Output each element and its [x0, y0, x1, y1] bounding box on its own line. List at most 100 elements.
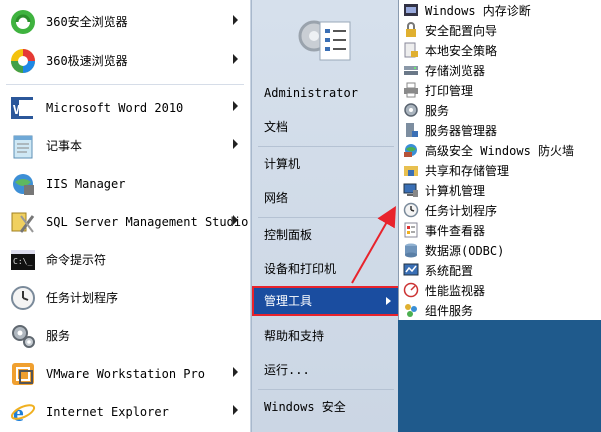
program-label: 任务计划程序 [46, 291, 119, 305]
svg-text:e: e [13, 401, 24, 426]
program-item-notepad[interactable]: 记事本 [0, 127, 250, 164]
iis-icon [8, 169, 38, 199]
program-label: VMware Workstation Pro [46, 366, 205, 381]
program-label: 服务 [46, 329, 71, 343]
submenu-label: 计算机管理 [425, 183, 486, 198]
chevron-right-icon [233, 101, 238, 111]
program-item-word[interactable]: W Microsoft Word 2010 [0, 89, 250, 126]
program-item-cmd[interactable]: C:\_ 命令提示符 [0, 241, 250, 278]
memory-icon [403, 2, 419, 18]
chevron-right-icon [233, 405, 238, 415]
notepad-icon [8, 131, 38, 161]
computer-link[interactable]: 计算机 [260, 150, 398, 178]
360-chrome-icon [8, 46, 38, 76]
svg-text:W: W [13, 102, 26, 117]
submenu-item-memory-diagnostic[interactable]: Windows 内存诊断 [399, 0, 601, 20]
submenu-item-server-manager[interactable]: 服务器管理器 [399, 120, 601, 140]
submenu-label: 性能监视器 [425, 283, 486, 298]
vmware-icon [8, 359, 38, 389]
submenu-label: 存储浏览器 [425, 63, 486, 78]
storage-icon [403, 62, 419, 78]
submenu-item-share-storage[interactable]: 共享和存储管理 [399, 160, 601, 180]
program-item-services[interactable]: 服务 [0, 317, 250, 354]
printer-icon [403, 82, 419, 98]
devices-printers-link[interactable]: 设备和打印机 [260, 255, 398, 283]
perf-icon [403, 282, 419, 298]
submenu-item-computer-management[interactable]: 计算机管理 [399, 180, 601, 200]
gears-icon [8, 321, 38, 351]
help-support-link[interactable]: 帮助和支持 [260, 322, 398, 350]
submenu-item-odbc[interactable]: 数据源(ODBC) [399, 240, 601, 260]
network-link[interactable]: 网络 [260, 184, 398, 212]
start-menu-right-column: Administrator 文档 计算机 网络 控制面板 设备和打印机 管理工具… [251, 0, 402, 432]
submenu-item-firewall[interactable]: 高级安全 Windows 防火墙 [399, 140, 601, 160]
submenu-label: 安全配置向导 [425, 23, 498, 38]
submenu-item-security-wizard[interactable]: 安全配置向导 [399, 20, 601, 40]
ie-icon: e [8, 397, 38, 427]
programs-panel: 360安全浏览器 360极速浏览器 W Microsoft Word 2010 … [0, 0, 251, 432]
svg-text:C:\_: C:\_ [13, 257, 32, 266]
chevron-right-icon [233, 15, 238, 25]
submenu-item-event-viewer[interactable]: 事件查看器 [399, 220, 601, 240]
submenu-item-print-management[interactable]: 打印管理 [399, 80, 601, 100]
windows-security-link[interactable]: Windows 安全 [260, 393, 398, 421]
submenu-label: 共享和存储管理 [425, 163, 510, 178]
documents-link[interactable]: 文档 [260, 113, 398, 141]
submenu-item-system-config[interactable]: 系统配置 [399, 260, 601, 280]
program-label: IIS Manager [46, 176, 126, 191]
submenu-label: 本地安全策略 [425, 43, 498, 58]
admin-tools-label: 管理工具 [264, 294, 313, 308]
program-item-sql-server[interactable]: SQL Server Management Studio [0, 203, 250, 240]
submenu-label: 事件查看器 [425, 223, 486, 238]
chevron-right-icon [233, 139, 238, 149]
submenu-item-component-services[interactable]: 组件服务 [399, 300, 601, 320]
program-item-task-scheduler[interactable]: 任务计划程序 [0, 279, 250, 316]
desktop-background [398, 320, 601, 432]
cmd-icon: C:\_ [8, 245, 38, 275]
computer-icon [403, 182, 419, 198]
word-icon: W [8, 93, 38, 123]
submenu-label: 服务 [425, 103, 450, 118]
user-name-link[interactable]: Administrator [260, 79, 398, 107]
submenu-label: 打印管理 [425, 83, 474, 98]
event-icon [403, 222, 419, 238]
program-item-360-chrome[interactable]: 360极速浏览器 [0, 42, 250, 79]
submenu-label: 组件服务 [425, 303, 474, 318]
divider [258, 217, 394, 218]
submenu-label: 高级安全 Windows 防火墙 [425, 143, 575, 158]
program-item-iis[interactable]: IIS Manager [0, 165, 250, 202]
sql-server-icon [8, 207, 38, 237]
program-label: SQL Server Management Studio [46, 214, 249, 229]
odbc-icon [403, 242, 419, 258]
chevron-right-icon [386, 297, 391, 305]
run-link[interactable]: 运行... [260, 356, 398, 384]
chevron-right-icon [233, 54, 238, 64]
control-panel-link[interactable]: 控制面板 [260, 221, 398, 249]
submenu-item-perf-monitor[interactable]: 性能监视器 [399, 280, 601, 300]
divider [258, 146, 394, 147]
program-label: 命令提示符 [46, 253, 107, 267]
lock-doc-icon [403, 42, 419, 58]
program-item-360-browser[interactable]: 360安全浏览器 [0, 3, 250, 40]
admin-tools-link[interactable]: 管理工具 [252, 286, 401, 316]
program-item-ie[interactable]: e Internet Explorer [0, 393, 250, 430]
program-label: Microsoft Word 2010 [46, 100, 184, 115]
submenu-label: 数据源(ODBC) [425, 243, 505, 258]
submenu-item-task-scheduler[interactable]: 任务计划程序 [399, 200, 601, 220]
submenu-label: 服务器管理器 [425, 123, 498, 138]
share-icon [403, 162, 419, 178]
submenu-item-services[interactable]: 服务 [399, 100, 601, 120]
user-picture-icon [292, 12, 356, 72]
sysconfig-icon [403, 262, 419, 278]
server-icon [403, 122, 419, 138]
submenu-label: 系统配置 [425, 263, 474, 278]
program-label: Internet Explorer [46, 404, 169, 419]
program-item-vmware[interactable]: VMware Workstation Pro [0, 355, 250, 392]
admin-tools-submenu: Windows 内存诊断 安全配置向导 本地安全策略 存储浏览器 打印管理 服务… [398, 0, 601, 321]
submenu-label: 任务计划程序 [425, 203, 498, 218]
lock-icon [403, 22, 419, 38]
divider [258, 389, 394, 390]
gear-icon [403, 102, 419, 118]
submenu-item-storage-explorer[interactable]: 存储浏览器 [399, 60, 601, 80]
submenu-item-local-security-policy[interactable]: 本地安全策略 [399, 40, 601, 60]
